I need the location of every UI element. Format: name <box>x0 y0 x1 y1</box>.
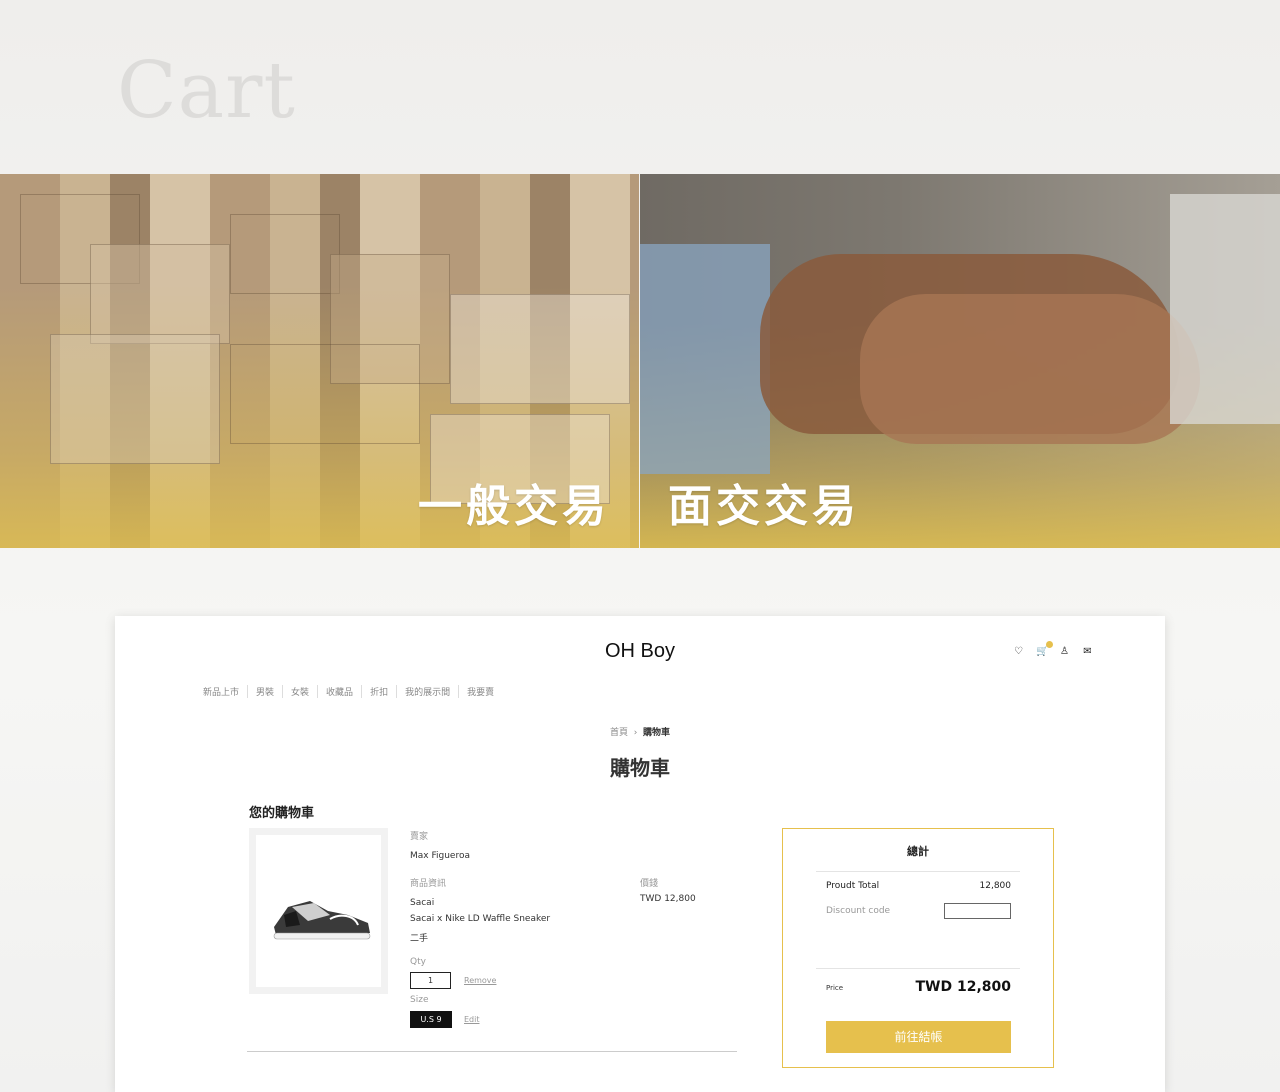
order-summary: 總計 Proudt Total 12,800 Discount code Pri… <box>782 828 1054 1068</box>
product-info-label: 商品資訊 <box>410 879 447 889</box>
nav-item-men[interactable]: 男裝 <box>248 685 284 698</box>
price-total-value: TWD 12,800 <box>915 979 1011 995</box>
chat-icon[interactable]: ✉ <box>1082 646 1093 657</box>
product-image-frame[interactable] <box>249 828 388 994</box>
breadcrumb: 首頁 › 購物車 <box>115 725 1165 738</box>
nav-item-women[interactable]: 女裝 <box>283 685 319 698</box>
cart-count-badge <box>1046 641 1053 648</box>
transaction-banner: 一般交易 面交交易 <box>0 174 1280 548</box>
price-label: 價錢 <box>640 879 659 889</box>
summary-divider-bottom <box>816 968 1020 969</box>
nav-item-showroom[interactable]: 我的展示間 <box>397 685 460 698</box>
item-price: TWD 12,800 <box>640 894 696 904</box>
cart-divider <box>247 1051 737 1052</box>
edit-size-link[interactable]: Edit <box>464 1015 480 1024</box>
nav-item-new[interactable]: 新品上市 <box>203 685 249 698</box>
checkout-button[interactable]: 前往結帳 <box>826 1021 1011 1053</box>
remove-link[interactable]: Remove <box>464 976 496 985</box>
general-transaction-label[interactable]: 一般交易 <box>418 470 610 534</box>
main-nav: 新品上市 男裝 女裝 收藏品 折扣 我的展示間 我要賣 <box>203 685 502 698</box>
sneaker-image <box>273 901 371 940</box>
site-logo[interactable]: OH Boy <box>115 640 1165 663</box>
header-icons: ♡ 🛒 ♙ ✉ <box>1013 641 1093 657</box>
cart-page-card: OH Boy ♡ 🛒 ♙ ✉ 新品上市 男裝 女裝 收藏品 折扣 我的展示間 我… <box>115 616 1165 1092</box>
nav-item-collectibles[interactable]: 收藏品 <box>318 685 363 698</box>
seller-label: 賣家 <box>410 832 429 842</box>
breadcrumb-home[interactable]: 首頁 <box>610 728 628 738</box>
product-condition: 二手 <box>410 934 429 944</box>
page-hero-title: Cart <box>117 46 296 136</box>
discount-code-input[interactable] <box>944 903 1011 919</box>
summary-title: 總計 <box>907 845 929 858</box>
nav-item-sell[interactable]: 我要賣 <box>459 685 502 698</box>
summary-divider-top <box>816 871 1020 872</box>
product-name[interactable]: Sacai x Nike LD Waffle Sneaker <box>410 914 550 924</box>
product-brand: Sacai <box>410 898 435 908</box>
breadcrumb-separator: › <box>633 728 638 738</box>
price-total-label: Price <box>826 984 844 992</box>
seller-name[interactable]: Max Figueroa <box>410 851 470 861</box>
breadcrumb-current: 購物車 <box>643 728 671 738</box>
discount-code-label: Discount code <box>826 906 891 916</box>
product-total-value: 12,800 <box>979 881 1012 891</box>
heart-icon[interactable]: ♡ <box>1013 646 1024 657</box>
product-total-label: Proudt Total <box>826 881 880 891</box>
cart-icon[interactable]: 🛒 <box>1036 641 1053 657</box>
page-title: 購物車 <box>610 756 670 780</box>
size-label: Size <box>410 995 429 1005</box>
nav-item-discount[interactable]: 折扣 <box>362 685 398 698</box>
size-badge[interactable]: U.S 9 <box>410 1011 452 1028</box>
cart-section-title: 您的購物車 <box>249 806 315 821</box>
product-image[interactable] <box>256 835 381 987</box>
user-icon[interactable]: ♙ <box>1059 646 1070 657</box>
qty-label: Qty <box>410 957 426 967</box>
meetup-transaction-label[interactable]: 面交交易 <box>668 470 860 534</box>
quantity-input[interactable]: 1 <box>410 972 451 989</box>
